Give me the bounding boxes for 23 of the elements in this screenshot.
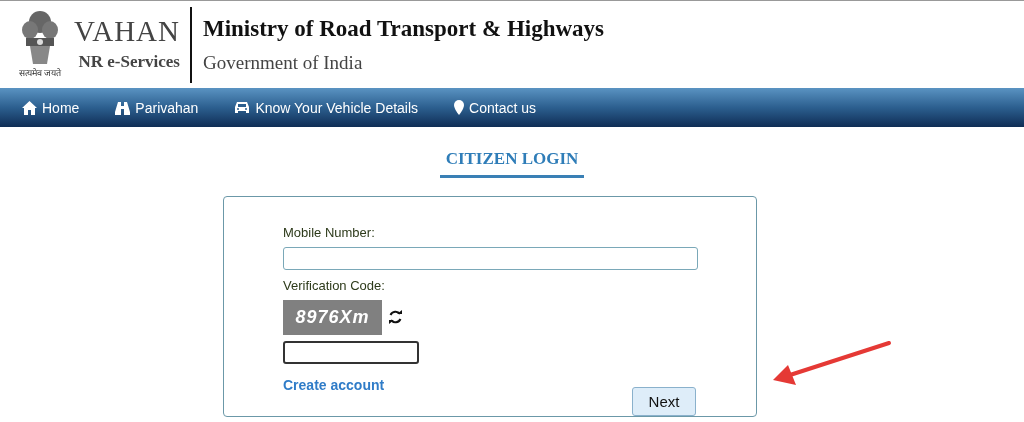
map-pin-icon	[454, 100, 465, 115]
next-button[interactable]: Next	[632, 387, 696, 416]
refresh-icon[interactable]	[388, 310, 403, 324]
nav-link[interactable]: Know Your Vehicle Details	[234, 99, 419, 116]
nav-link[interactable]: Home	[22, 99, 80, 116]
ministry-title: Ministry of Road Transport & Highways	[203, 15, 604, 42]
create-account-link[interactable]: Create account	[283, 377, 385, 393]
mobile-number-field[interactable]	[283, 247, 698, 270]
verification-label: Verification Code:	[283, 278, 386, 293]
nav-link[interactable]: Parivahan	[115, 99, 199, 116]
emblem-drawing	[20, 10, 60, 66]
page-heading: CITIZEN LOGIN	[439, 149, 585, 178]
verification-code-field[interactable]	[283, 341, 419, 364]
motto-text: सत्यमेव जयते	[18, 67, 62, 79]
government-subtitle: Government of India	[203, 51, 364, 74]
car-icon	[234, 101, 251, 114]
captcha-image: 8976Xm	[283, 300, 382, 335]
binoculars-icon	[115, 100, 131, 115]
brand-subtitle: NR e-Services	[78, 52, 180, 72]
nav-link[interactable]: Contact us	[454, 99, 536, 116]
home-icon	[22, 100, 37, 115]
brand-name: VAHAN	[74, 17, 180, 46]
mobile-label: Mobile Number:	[283, 225, 376, 240]
